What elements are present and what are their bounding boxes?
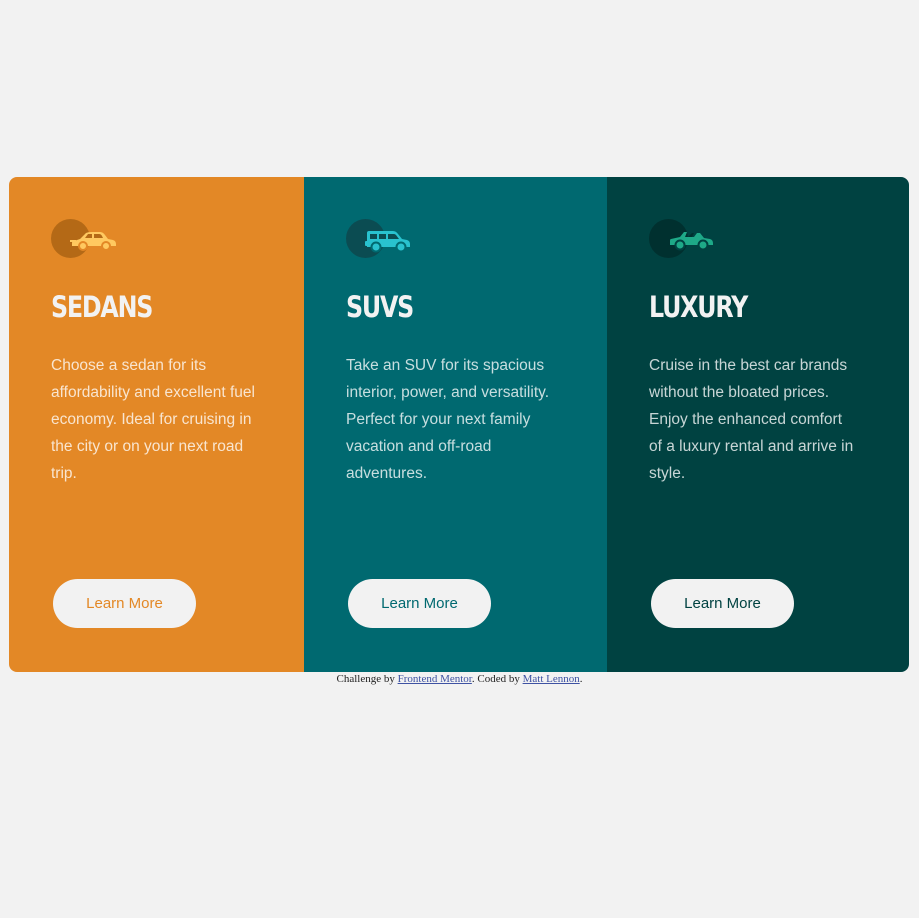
attribution-suffix: . — [579, 673, 583, 685]
learn-more-button[interactable]: Learn More — [348, 579, 491, 628]
card-title: SUVS — [346, 290, 414, 324]
suv-car-glyph — [365, 231, 410, 253]
learn-more-button[interactable]: Learn More — [53, 579, 196, 628]
card-description: Choose a sedan for its affordability and… — [51, 357, 255, 482]
sedan-car-glyph — [70, 232, 116, 251]
frontend-mentor-link[interactable]: Frontend Mentor — [398, 673, 472, 685]
author-link[interactable]: Matt Lennon — [523, 673, 580, 685]
attribution: Challenge by Frontend Mentor. Coded by M… — [0, 672, 919, 686]
luxury-car-glyph — [670, 232, 713, 251]
card-luxury: LUXURY Cruise in the best car brands wit… — [607, 177, 909, 672]
card-sedans: SEDANS Choose a sedan for its affordabil… — [9, 177, 304, 672]
card-title: LUXURY — [649, 290, 748, 324]
attribution-middle: . Coded by — [471, 673, 523, 685]
learn-more-button[interactable]: Learn More — [651, 579, 794, 628]
card-grid: SEDANS Choose a sedan for its affordabil… — [9, 177, 909, 672]
card-description: Take an SUV for its spacious interior, p… — [346, 357, 550, 482]
card-suvs: SUVS Take an SUV for its spacious interi… — [304, 177, 607, 672]
card-title: SEDANS — [51, 290, 153, 324]
attribution-prefix: Challenge by — [336, 673, 398, 685]
card-description: Cruise in the best car brands without th… — [649, 357, 854, 482]
luxury-car-icon — [649, 219, 717, 259]
suv-car-icon — [346, 219, 414, 259]
sedan-car-icon — [51, 219, 119, 259]
